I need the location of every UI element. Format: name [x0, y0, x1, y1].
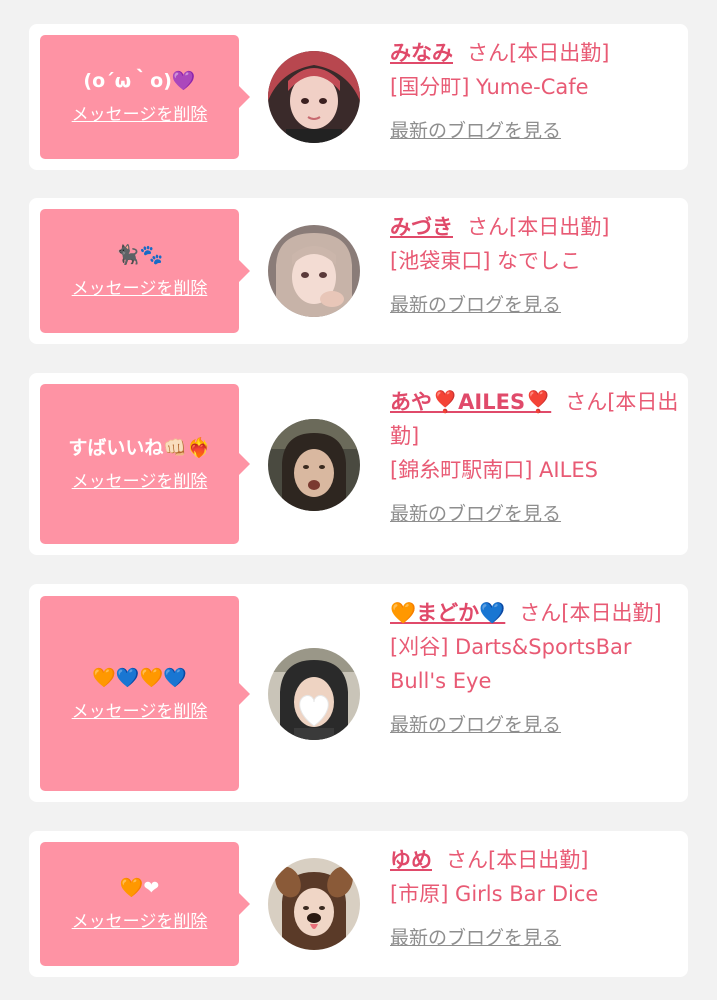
message-bubble: すばいいね👊🏻❤️‍🔥 メッセージを削除: [40, 384, 250, 544]
status-text: さん[本日出勤]: [446, 848, 589, 872]
delete-message-link[interactable]: メッセージを削除: [72, 472, 208, 492]
favorite-card: 🐈‍⬛🐾 メッセージを削除 みづき さん[本日出勤] [池袋東口] なでしこ 最新…: [29, 198, 688, 344]
status-text: さん[本日出勤]: [467, 215, 610, 239]
latest-blog-link[interactable]: 最新のブログを見る: [390, 497, 680, 531]
cast-name-link[interactable]: 🧡まどか💙: [390, 601, 505, 625]
avatar[interactable]: [268, 51, 360, 143]
cast-info: 🧡まどか💙 さん[本日出勤] [刈谷] Darts&SportsBar Bull'…: [390, 596, 680, 742]
message-bubble: 🧡❤ メッセージを削除: [40, 842, 250, 966]
message-text: 🧡💙🧡💙: [92, 666, 187, 689]
message-text: すばいいね👊🏻❤️‍🔥: [68, 437, 211, 459]
delete-message-link[interactable]: メッセージを削除: [72, 702, 208, 722]
latest-blog-link[interactable]: 最新のブログを見る: [390, 288, 680, 322]
status-text: さん[本日出勤]: [467, 41, 610, 65]
latest-blog-link[interactable]: 最新のブログを見る: [390, 114, 680, 148]
shop-text: [池袋東口] なでしこ: [390, 249, 582, 273]
shop-text: [刈谷] Darts&SportsBar Bull's Eye: [390, 635, 632, 693]
avatar[interactable]: [268, 419, 360, 511]
avatar[interactable]: [268, 225, 360, 317]
favorite-card: すばいいね👊🏻❤️‍🔥 メッセージを削除 あや❣️AILES❣️ さん[本日出勤]…: [29, 373, 688, 555]
cast-info: あや❣️AILES❣️ さん[本日出勤] [錦糸町駅南口] AILES 最新のブロ…: [390, 385, 680, 531]
shop-text: [国分町] Yume-Cafe: [390, 75, 589, 99]
message-text: (o´ω｀o)💜: [83, 70, 196, 92]
latest-blog-link[interactable]: 最新のブログを見る: [390, 921, 680, 955]
status-text: さん[本日出勤]: [519, 601, 662, 625]
shop-text: [市原] Girls Bar Dice: [390, 882, 599, 906]
cast-name-link[interactable]: みなみ: [390, 41, 453, 65]
cast-name-link[interactable]: あや❣️AILES❣️: [390, 390, 551, 414]
message-text: 🧡❤: [119, 877, 160, 899]
shop-text: [錦糸町駅南口] AILES: [390, 458, 598, 482]
avatar[interactable]: [268, 858, 360, 950]
message-bubble: 🧡💙🧡💙 メッセージを削除: [40, 596, 250, 791]
favorite-card: (o´ω｀o)💜 メッセージを削除 みなみ さん[本日出勤] [国分町] Yume…: [29, 24, 688, 170]
delete-message-link[interactable]: メッセージを削除: [72, 279, 208, 299]
cast-name-link[interactable]: ゆめ: [390, 848, 432, 872]
cast-info: みづき さん[本日出勤] [池袋東口] なでしこ 最新のブログを見る: [390, 210, 680, 322]
favorite-card: 🧡❤ メッセージを削除 ゆめ さん[本日出勤] [市原] Girls Bar Di…: [29, 831, 688, 977]
favorite-card: 🧡💙🧡💙 メッセージを削除 🧡まどか💙 さん[本日出勤] [刈谷] Darts&S…: [29, 584, 688, 802]
cast-info: みなみ さん[本日出勤] [国分町] Yume-Cafe 最新のブログを見る: [390, 36, 680, 148]
message-text: 🐈‍⬛🐾: [115, 244, 164, 266]
delete-message-link[interactable]: メッセージを削除: [72, 105, 208, 125]
delete-message-link[interactable]: メッセージを削除: [72, 912, 208, 932]
cast-name-link[interactable]: みづき: [390, 215, 453, 239]
cast-info: ゆめ さん[本日出勤] [市原] Girls Bar Dice 最新のブログを見る: [390, 843, 680, 955]
avatar[interactable]: [268, 648, 360, 740]
message-bubble: 🐈‍⬛🐾 メッセージを削除: [40, 209, 250, 333]
latest-blog-link[interactable]: 最新のブログを見る: [390, 708, 680, 742]
message-bubble: (o´ω｀o)💜 メッセージを削除: [40, 35, 250, 159]
